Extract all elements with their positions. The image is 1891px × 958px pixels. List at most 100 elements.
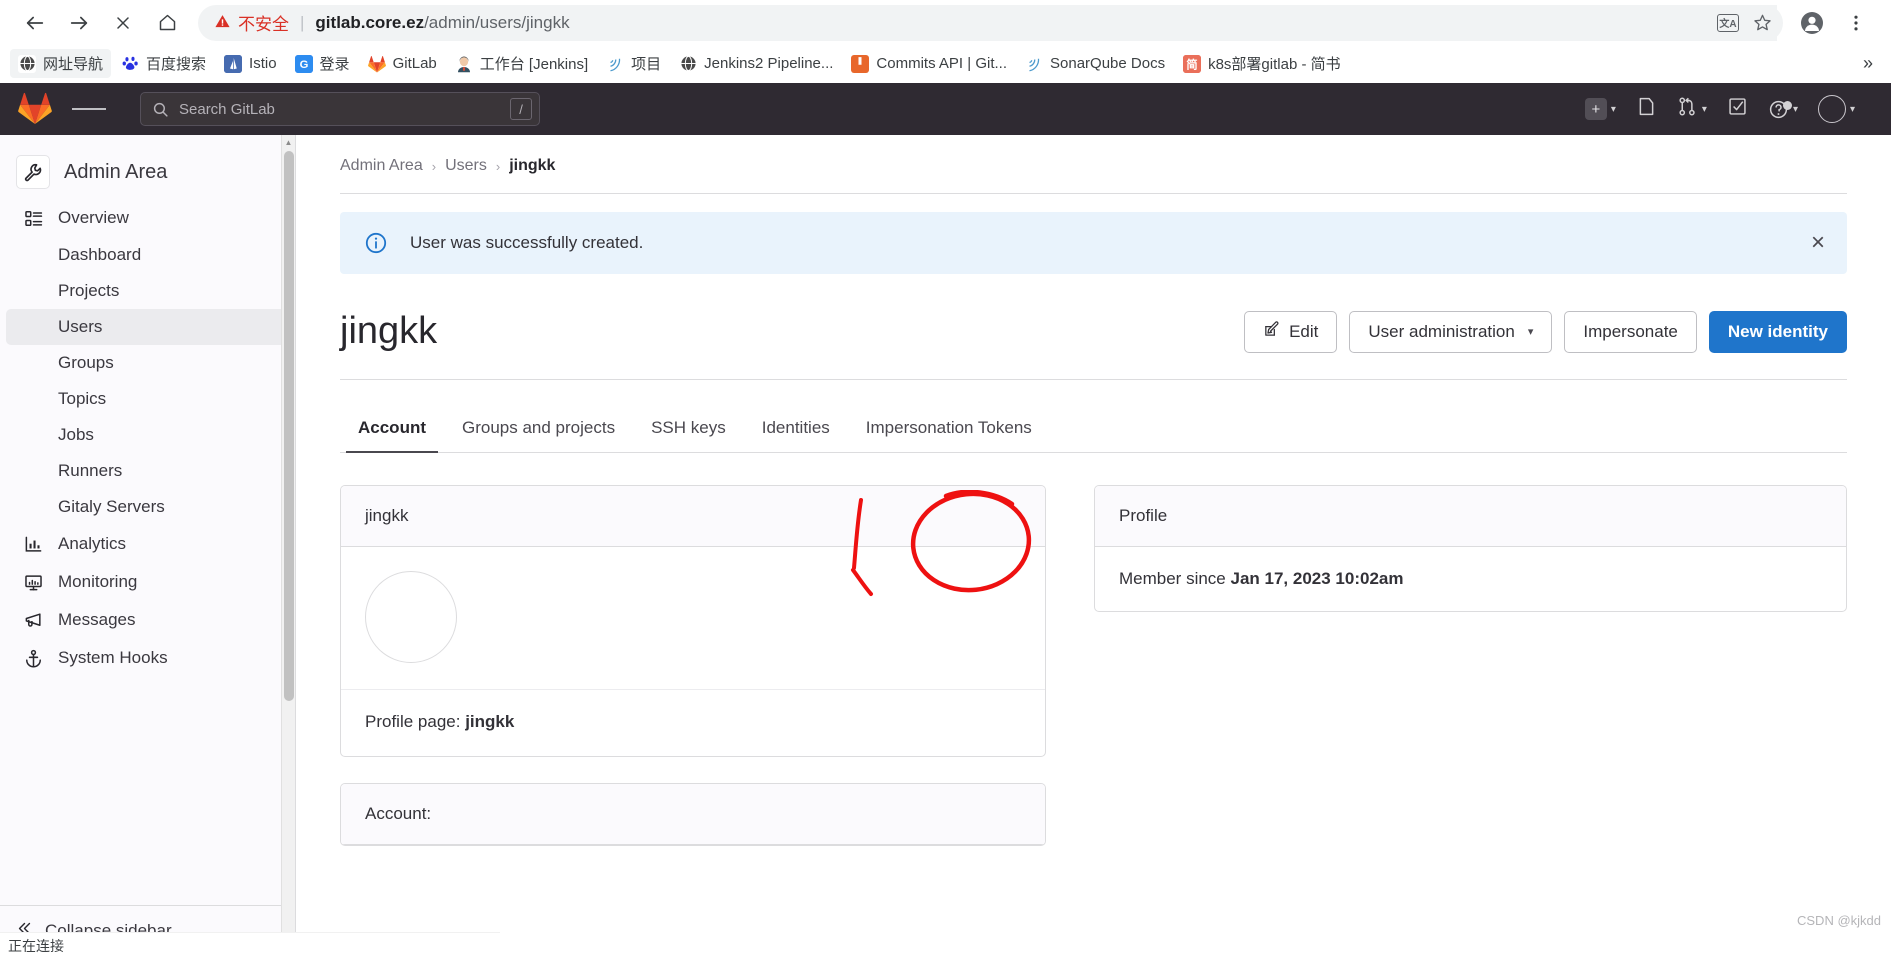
member-since-value: Jan 17, 2023 10:02am	[1230, 569, 1404, 588]
sidebar-item-jobs[interactable]: Jobs	[6, 417, 289, 453]
anchor-icon	[22, 649, 44, 668]
sidebar-item-system-hooks[interactable]: System Hooks	[6, 639, 289, 677]
bookmarks-overflow-button[interactable]: »	[1855, 53, 1881, 74]
right-column: Profile Member since Jan 17, 2023 10:02a…	[1094, 485, 1847, 872]
chrome-right-actions	[1791, 2, 1877, 44]
scroll-up-arrow-icon[interactable]: ▲	[282, 135, 295, 149]
sidebar-item-runners[interactable]: Runners	[6, 453, 289, 489]
sidebar-item-messages[interactable]: Messages	[6, 601, 289, 639]
bookmark-label: Istio	[249, 55, 277, 72]
gitlab-logo[interactable]	[18, 92, 52, 126]
tab-ssh-keys[interactable]: SSH keys	[633, 406, 744, 452]
bookmark-item[interactable]: 工作台 [Jenkins]	[447, 49, 596, 78]
istio-icon	[224, 54, 243, 73]
bookmark-item[interactable]: 简 k8s部署gitlab - 简书	[1175, 49, 1349, 78]
todos-link[interactable]	[1719, 90, 1756, 128]
sidebar-item-topics[interactable]: Topics	[6, 381, 289, 417]
account-panel: jingkk Profile page: jingkk Account: Pro…	[340, 485, 1847, 872]
back-button[interactable]	[14, 2, 56, 44]
profile-page-value[interactable]: jingkk	[465, 712, 514, 731]
sidebar-item-projects[interactable]: Projects	[6, 273, 289, 309]
edit-button-label: Edit	[1289, 321, 1319, 341]
user-card: jingkk Profile page: jingkk	[340, 485, 1046, 757]
sidebar-item-label: System Hooks	[58, 648, 168, 667]
account-card-header: Account:	[341, 784, 1045, 845]
breadcrumb: Admin Area › Users › jingkk	[340, 135, 1847, 194]
create-new-menu[interactable]: + ▾	[1577, 92, 1624, 126]
bookmark-item[interactable]: Jenkins2 Pipeline...	[671, 51, 841, 77]
bookmarks-bar: 网址导航 百度搜索 Istio G 登录 GitLab 工作台 [Jenkins…	[0, 45, 1891, 83]
alert-message: User was successfully created.	[410, 233, 644, 252]
sidebar-header-admin-area[interactable]: Admin Area	[0, 145, 295, 199]
sidebar-item-label: Monitoring	[58, 572, 138, 591]
bookmark-label: GitLab	[392, 55, 437, 72]
bookmark-item[interactable]: G 登录	[287, 49, 358, 78]
impersonate-button[interactable]: Impersonate	[1564, 310, 1697, 353]
hamburger-menu-icon[interactable]	[72, 92, 106, 126]
forward-button[interactable]	[58, 2, 100, 44]
help-menu[interactable]: ▾	[1760, 93, 1806, 126]
bookmark-item[interactable]: Istio	[216, 51, 285, 77]
gitlab-icon	[367, 54, 386, 73]
sidebar-item-monitoring[interactable]: Monitoring	[6, 563, 289, 601]
bookmark-item[interactable]: 网址导航	[10, 49, 112, 78]
close-icon[interactable]: ×	[1811, 231, 1825, 255]
sidebar-item-analytics[interactable]: Analytics	[6, 525, 289, 563]
search-input[interactable]: Search GitLab /	[140, 92, 540, 126]
bookmark-star-icon[interactable]	[1747, 8, 1777, 38]
tab-groups-and-projects[interactable]: Groups and projects	[444, 406, 633, 452]
bookmark-item[interactable]: SonarQube Docs	[1017, 51, 1173, 77]
bookmark-item[interactable]: Commits API | Git...	[843, 51, 1015, 77]
issues-link[interactable]	[1628, 90, 1665, 128]
tab-account[interactable]: Account	[340, 406, 444, 453]
member-since-row: Member since Jan 17, 2023 10:02am	[1095, 547, 1846, 611]
profile-avatar-icon[interactable]	[1791, 2, 1833, 44]
bookmark-item[interactable]: 百度搜索	[113, 49, 214, 78]
user-administration-dropdown[interactable]: User administration ▾	[1349, 310, 1553, 353]
chevron-down-icon: ▾	[1701, 103, 1707, 115]
address-bar[interactable]: 不安全 | gitlab.core.ez/admin/users/jingkk …	[198, 4, 1783, 41]
navbar-right-actions: + ▾ ▾ ▾ ▾	[1577, 89, 1873, 129]
bookmark-label: 工作台 [Jenkins]	[479, 56, 589, 73]
bookmark-label: 百度搜索	[146, 56, 207, 73]
breadcrumb-separator-icon: ›	[495, 158, 501, 174]
breadcrumb-item-admin-area[interactable]: Admin Area	[340, 157, 423, 175]
sidebar-item-label: Messages	[58, 610, 136, 629]
todo-checkbox-icon	[1727, 96, 1748, 122]
user-menu[interactable]: ▾	[1810, 89, 1863, 129]
sidebar-item-dashboard[interactable]: Dashboard	[6, 237, 289, 273]
jianshu-icon: 简	[1183, 54, 1202, 73]
edit-button[interactable]: Edit	[1244, 310, 1338, 353]
page-title-row: jingkk Edit User administration ▾ Impers…	[340, 310, 1847, 380]
account-card: Account:	[340, 783, 1046, 846]
breadcrumb-item-users[interactable]: Users	[445, 157, 487, 175]
security-warning-text: 不安全	[238, 15, 289, 34]
bookmark-label: Commits API | Git...	[876, 55, 1007, 72]
wrench-icon	[16, 155, 50, 189]
translate-icon[interactable]: 文A	[1713, 8, 1743, 38]
sidebar-item-groups[interactable]: Groups	[6, 345, 289, 381]
breadcrumb-separator-icon: ›	[431, 158, 437, 174]
search-placeholder: Search GitLab	[179, 100, 275, 118]
chrome-menu-icon[interactable]	[1835, 2, 1877, 44]
bookmark-item[interactable]: GitLab	[360, 51, 445, 77]
stop-loading-button[interactable]	[102, 2, 144, 44]
admin-sidebar: Admin Area Overview Dashboard Projects U…	[0, 135, 296, 956]
sidebar-scrollbar[interactable]: ▲	[281, 135, 295, 956]
bookmark-item[interactable]: 项目	[598, 49, 669, 78]
question-circle-icon	[1768, 99, 1792, 120]
overview-icon	[22, 209, 44, 228]
tab-identities[interactable]: Identities	[744, 406, 848, 452]
scrollbar-thumb[interactable]	[284, 151, 294, 701]
merge-request-icon	[1677, 96, 1698, 122]
sidebar-item-overview[interactable]: Overview	[6, 199, 289, 237]
sidebar-item-gitaly-servers[interactable]: Gitaly Servers	[6, 489, 289, 525]
sidebar-item-users[interactable]: Users	[6, 309, 289, 345]
tab-impersonation-tokens[interactable]: Impersonation Tokens	[848, 406, 1050, 452]
merge-requests-menu[interactable]: ▾	[1669, 90, 1715, 128]
home-button[interactable]	[146, 2, 188, 44]
google-icon: G	[294, 54, 313, 73]
new-identity-button[interactable]: New identity	[1708, 310, 1847, 353]
security-warning[interactable]: 不安全	[214, 10, 289, 35]
notification-dot	[1782, 100, 1792, 110]
